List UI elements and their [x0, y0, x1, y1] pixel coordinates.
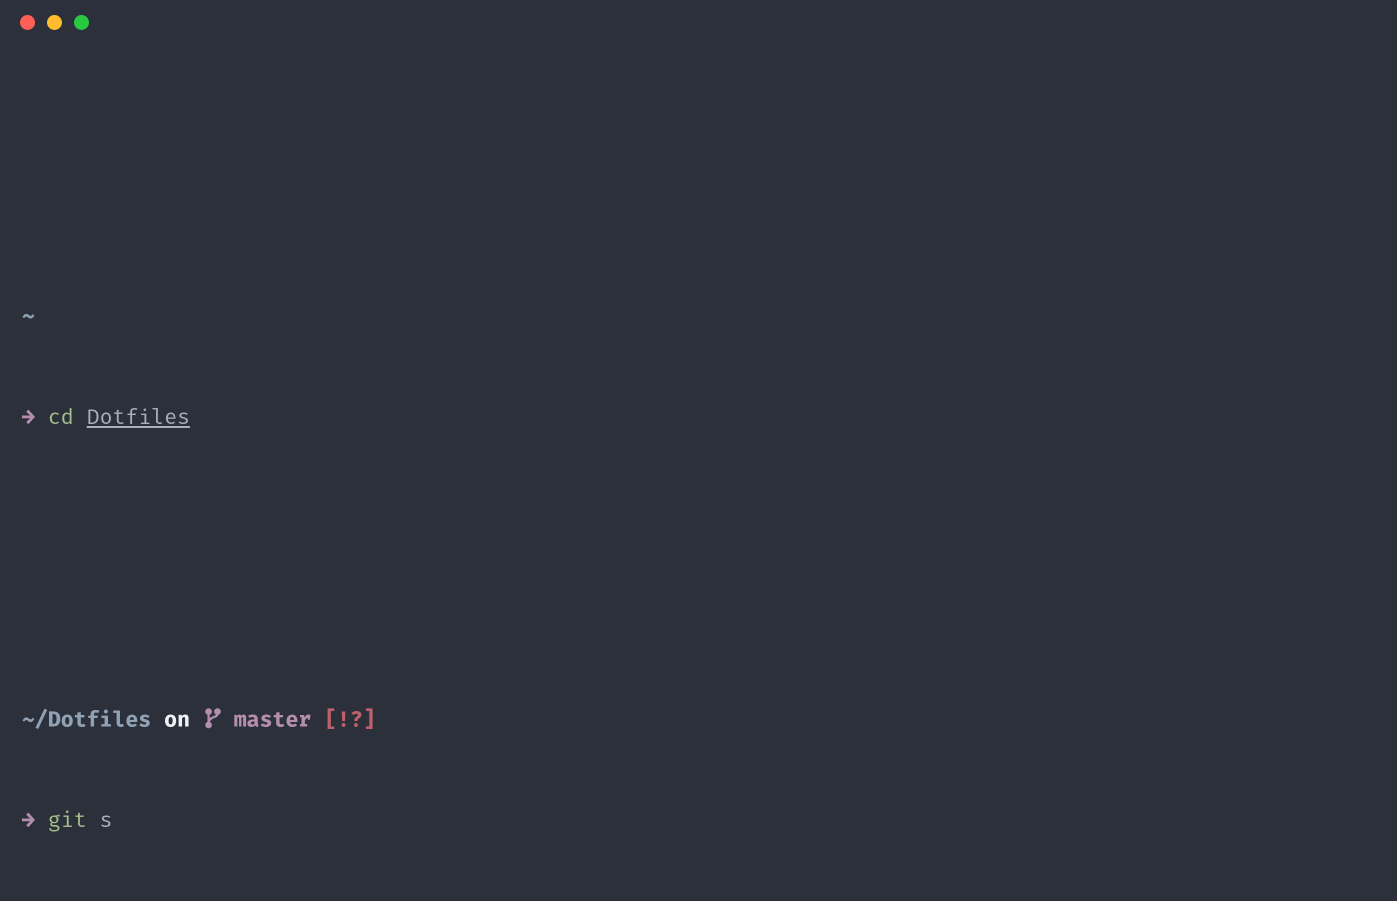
prompt-arrow: →: [22, 809, 35, 834]
window-titlebar: [0, 0, 1397, 44]
close-icon[interactable]: [20, 15, 35, 30]
blank-line: [22, 133, 1375, 167]
prompt-on: on: [164, 709, 190, 734]
prompt-arrow: →: [22, 406, 35, 431]
zoom-icon[interactable]: [74, 15, 89, 30]
command-name: cd: [48, 406, 74, 431]
prompt-path: ~: [22, 305, 35, 330]
prompt-path: ~/Dotfiles: [22, 709, 151, 734]
git-branch-icon: [203, 706, 221, 728]
prompt-line: ~/Dotfiles on master [!?]: [22, 704, 1375, 738]
prompt-branch: master: [234, 709, 312, 734]
prompt-line: ~: [22, 301, 1375, 335]
command-line: → cd Dotfiles: [22, 402, 1375, 436]
terminal-body[interactable]: ~ → cd Dotfiles ~/Dotfiles on master [!?…: [0, 44, 1397, 901]
command-name: git: [48, 809, 87, 834]
minimize-icon[interactable]: [47, 15, 62, 30]
command-arg: s: [100, 809, 113, 834]
blank-line: [22, 536, 1375, 570]
command-arg: Dotfiles: [87, 406, 190, 431]
terminal-window: ~ → cd Dotfiles ~/Dotfiles on master [!?…: [0, 0, 1397, 901]
command-line: → git s: [22, 805, 1375, 839]
prompt-git-status: [!?]: [324, 709, 376, 734]
